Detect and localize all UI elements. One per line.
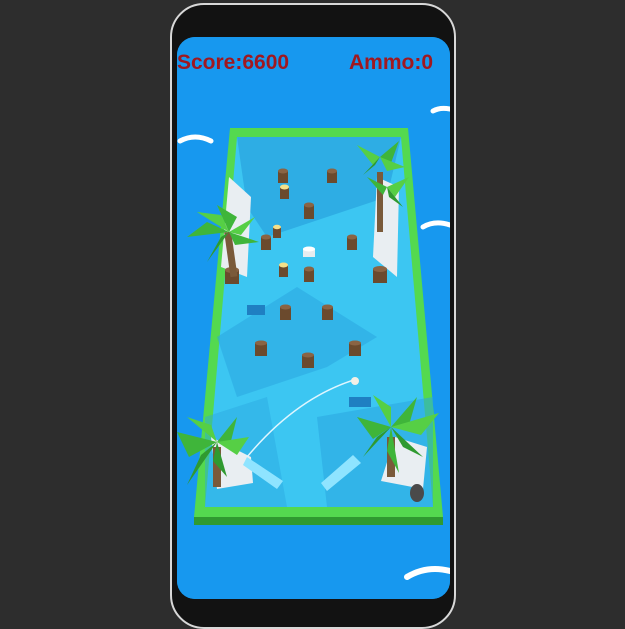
stump-target — [280, 184, 289, 199]
cannon[interactable] — [410, 484, 424, 502]
stump-target — [322, 304, 333, 320]
stump-target — [302, 352, 314, 368]
stump-target — [327, 168, 337, 183]
score-label: Score:6600 — [177, 51, 290, 74]
ball — [351, 377, 359, 385]
stump-target — [280, 304, 291, 320]
stump-target — [373, 266, 387, 283]
stump-target — [273, 224, 281, 238]
bumper-block — [349, 397, 371, 407]
stump-target — [261, 234, 271, 250]
bumper-block — [247, 305, 265, 315]
stump-target — [304, 202, 314, 219]
ammo-label: Ammo:0 — [348, 51, 433, 74]
board-rim-front — [194, 517, 443, 525]
stump-target — [347, 234, 357, 250]
game-screen[interactable]: Score:6600 Ammo:0 — [177, 37, 450, 599]
stump-target — [304, 266, 314, 282]
stump-target — [279, 262, 288, 277]
stump-target — [278, 168, 288, 183]
game-scene[interactable] — [177, 37, 450, 599]
stump-target — [303, 246, 315, 257]
stump-target — [255, 340, 267, 356]
stump-target — [349, 340, 361, 356]
wave — [430, 105, 450, 114]
